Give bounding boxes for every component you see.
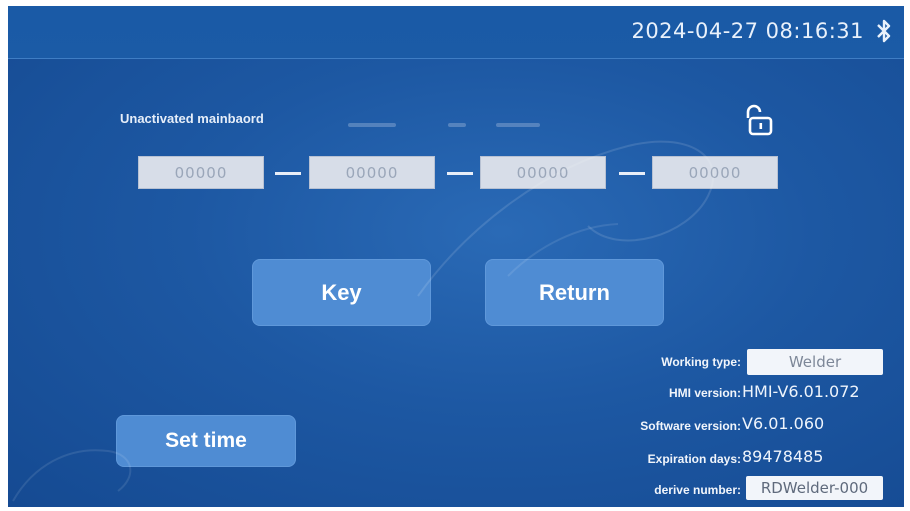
expiration-days-label: Expiration days:: [647, 452, 741, 466]
activation-code-field-3[interactable]: 00000: [480, 156, 606, 189]
activation-code-field-2[interactable]: 00000: [309, 156, 435, 189]
software-version-value: V6.01.060: [742, 414, 825, 433]
expiration-days-value: 89478485: [742, 447, 824, 466]
activation-status-label: Unactivated mainbaord: [120, 111, 264, 126]
screen-smudge: [496, 123, 540, 127]
set-time-button[interactable]: Set time: [116, 415, 296, 467]
status-bar: 2024-04-27 08:16:31: [8, 6, 904, 59]
hmi-version-label: HMI version:: [668, 386, 741, 400]
activation-code-field-1[interactable]: 00000: [138, 156, 264, 189]
datetime-display: 2024-04-27 08:16:31: [631, 19, 864, 43]
code-separator: [619, 172, 645, 175]
working-type-label: Working type:: [661, 355, 741, 369]
hmi-screen: 2024-04-27 08:16:31 Unactivated mainbaor…: [8, 6, 904, 507]
derive-number-field[interactable]: RDWelder-000: [746, 476, 883, 500]
working-type-field[interactable]: Welder: [747, 349, 883, 375]
activation-code-field-4[interactable]: 00000: [652, 156, 778, 189]
bluetooth-icon[interactable]: [874, 18, 894, 44]
screen-smudge: [348, 123, 396, 127]
software-version-label: Software version:: [640, 419, 741, 433]
code-separator: [275, 172, 301, 175]
return-button[interactable]: Return: [485, 259, 664, 326]
hmi-version-value: HMI-V6.01.072: [742, 382, 860, 401]
unlocked-padlock-icon[interactable]: [743, 104, 773, 138]
screen-smudge: [448, 123, 466, 127]
code-separator: [447, 172, 473, 175]
key-button[interactable]: Key: [252, 259, 431, 326]
derive-number-label: derive number:: [654, 483, 741, 497]
